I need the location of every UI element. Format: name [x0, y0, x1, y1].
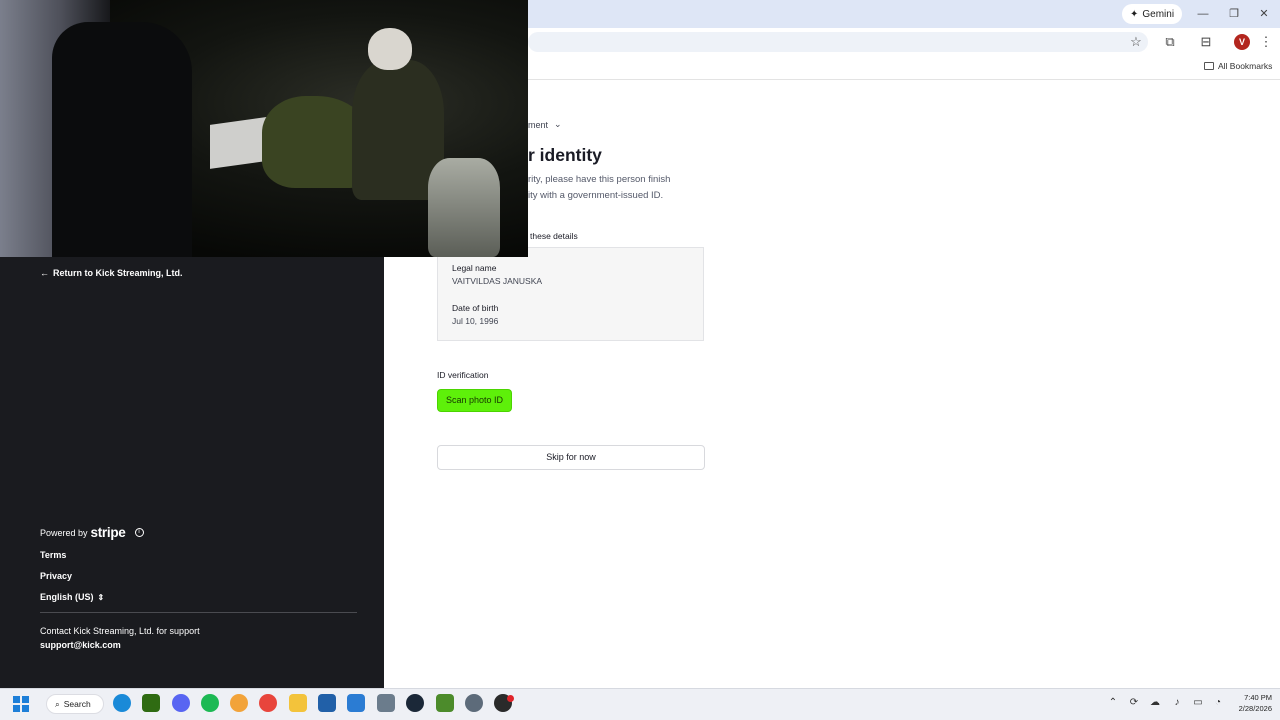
store-icon[interactable]	[318, 694, 336, 712]
taskbar-search[interactable]: ⌕ Search	[46, 694, 104, 714]
document-selector[interactable]: ment ⌄	[528, 119, 562, 130]
profile-avatar[interactable]: V	[1234, 34, 1250, 50]
intro-text: rity, please have this person finish ity…	[528, 172, 708, 204]
wifi-tray-icon[interactable]: ◔	[1211, 696, 1225, 710]
privacy-link[interactable]: Privacy	[40, 571, 72, 581]
webcam-bag	[428, 158, 500, 257]
minimize-icon[interactable]: —	[1195, 6, 1211, 22]
clock-time: 7:40 PM	[1244, 693, 1272, 702]
file-explorer-icon[interactable]	[289, 694, 307, 712]
address-bar[interactable]	[528, 32, 1148, 52]
reading-list-icon[interactable]: ⊟	[1196, 32, 1216, 52]
dob-value: Jul 10, 1996	[452, 316, 499, 326]
powered-by-stripe[interactable]: Powered by stripe i	[40, 525, 144, 540]
display-tray-icon[interactable]: ▭	[1191, 696, 1205, 710]
taskbar-clock[interactable]: 7:40 PM 2/28/2026	[1228, 692, 1272, 714]
stripe-logo: stripe	[90, 525, 126, 540]
webcam-overlay	[0, 0, 528, 257]
terms-link[interactable]: Terms	[40, 550, 66, 560]
return-link[interactable]: ← Return to Kick Streaming, Ltd.	[40, 268, 183, 278]
intro-line-2: ity with a government-issued ID.	[528, 190, 664, 201]
scan-photo-id-button[interactable]: Scan photo ID	[437, 389, 512, 412]
settings-gear-icon[interactable]	[465, 694, 483, 712]
gemini-button[interactable]: ✦ Gemini	[1122, 4, 1183, 24]
restore-icon[interactable]: ❐	[1226, 6, 1242, 22]
dob-label: Date of birth	[452, 303, 499, 313]
support-contact: Contact Kick Streaming, Ltd. for support…	[40, 624, 200, 652]
arrow-left-icon: ←	[40, 268, 49, 278]
close-icon[interactable]: ✕	[1256, 6, 1272, 22]
nvidia-icon[interactable]	[142, 694, 160, 712]
language-selector[interactable]: English (US) ⇕	[40, 592, 104, 602]
skip-for-now-button[interactable]: Skip for now	[437, 445, 705, 470]
copilot-icon[interactable]	[230, 694, 248, 712]
intro-line-1: rity, please have this person finish	[528, 174, 671, 185]
discord-icon[interactable]	[172, 694, 190, 712]
all-bookmarks-label: All Bookmarks	[1218, 61, 1273, 71]
extensions-icon[interactable]: ⧉	[1160, 32, 1180, 52]
chrome-icon[interactable]	[259, 694, 277, 712]
taskbar	[0, 688, 1280, 720]
chevron-up-icon[interactable]: ⌃	[1106, 696, 1120, 710]
webcam-mask	[368, 28, 412, 70]
language-label: English (US)	[40, 592, 94, 602]
sparkle-icon: ✦	[1130, 8, 1139, 20]
edge-icon[interactable]	[113, 694, 131, 712]
document-selector-label: ment	[528, 119, 549, 130]
updown-chevron-icon: ⇕	[97, 592, 105, 602]
microphone-tray-icon[interactable]: ♪	[1170, 696, 1184, 710]
taskbar-search-label: Search	[63, 699, 91, 709]
id-verification-label: ID verification	[437, 370, 489, 380]
all-bookmarks-button[interactable]: All Bookmarks	[1204, 61, 1272, 71]
outlook-icon[interactable]	[347, 694, 365, 712]
support-email-link[interactable]: support@kick.com	[40, 640, 121, 650]
return-link-label: Return to Kick Streaming, Ltd.	[53, 268, 183, 278]
confirm-details-label: these details	[530, 231, 578, 241]
divider	[40, 612, 357, 613]
minecraft-icon[interactable]	[436, 694, 454, 712]
contact-text: Contact Kick Streaming, Ltd. for support	[40, 626, 200, 636]
spotify-icon[interactable]	[201, 694, 219, 712]
snipping-tool-icon[interactable]	[377, 694, 395, 712]
sync-tray-icon[interactable]: ⟳	[1127, 696, 1141, 710]
stripe-side-panel: ← Return to Kick Streaming, Ltd. Powered…	[0, 257, 384, 688]
details-card: Legal name VAITVILDAS JANUSKA Date of bi…	[437, 247, 704, 341]
info-icon[interactable]: i	[134, 528, 144, 537]
notification-badge	[507, 695, 514, 702]
kebab-menu-icon[interactable]: ⋮	[1256, 32, 1276, 52]
cloud-tray-icon[interactable]: ☁	[1148, 696, 1162, 710]
gemini-label: Gemini	[1142, 8, 1175, 20]
page-title: r identity	[528, 145, 602, 165]
clock-date: 2/28/2026	[1238, 704, 1272, 713]
folder-icon	[1204, 62, 1214, 70]
search-icon: ⌕	[55, 698, 60, 709]
legal-name-value: VAITVILDAS JANUSKA	[452, 276, 543, 286]
legal-name-label: Legal name	[452, 263, 497, 273]
star-bookmark-icon[interactable]: ☆	[1126, 32, 1146, 52]
chevron-down-icon: ⌄	[554, 119, 562, 129]
windows-start-icon[interactable]	[13, 696, 29, 712]
steam-icon[interactable]	[406, 694, 424, 712]
webcam-chair	[52, 22, 192, 257]
powered-by-label: Powered by	[40, 527, 88, 538]
